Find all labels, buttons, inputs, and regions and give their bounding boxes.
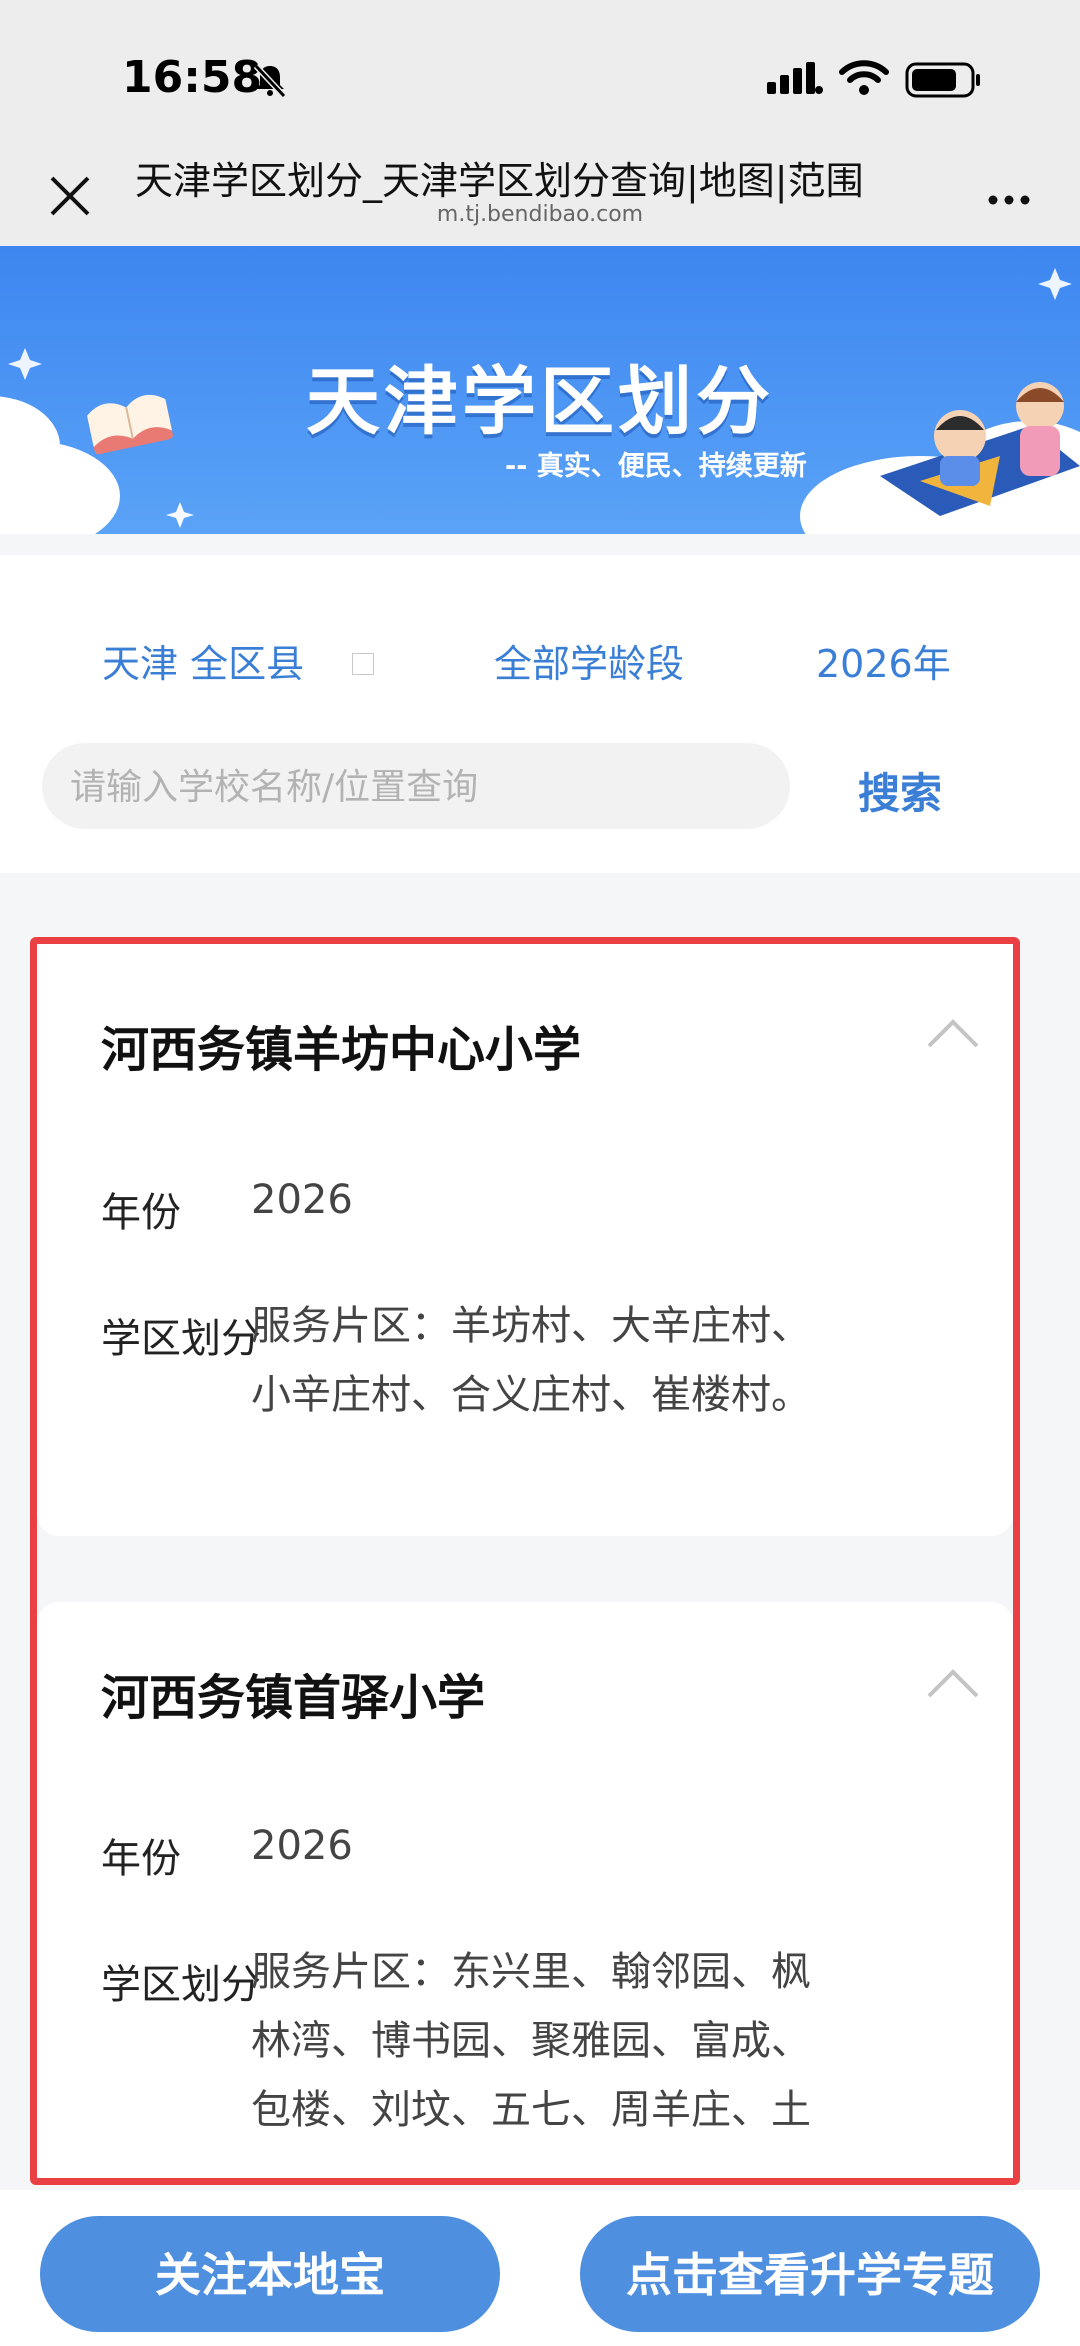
year-label: 年份 [101,1836,181,1882]
cellular-signal-icon [767,62,823,94]
year-value: 2026 [251,1823,353,1869]
more-options-icon[interactable] [985,170,1035,210]
school-name: 河西务镇首驿小学 [101,1670,486,1726]
school-name: 河西务镇羊坊中心小学 [101,1022,582,1078]
region-filter[interactable]: 天津 全区县 [102,633,304,688]
banner-title: 天津学区划分 [306,359,774,445]
banner-subtitle: -- 真实、便民、持续更新 [505,451,807,482]
follow-button[interactable]: 关注本地宝 [40,2216,500,2332]
district-value: 服务片区：羊坊村、大辛庄村、 小辛庄村、合义庄村、崔楼村。 [251,1292,901,1430]
chevron-up-icon[interactable] [925,1016,981,1050]
status-bar: 16:58 [0,0,1080,150]
school-card[interactable]: 河西务镇首驿小学 年份 2026 学区划分 服务片区：东兴里、翰邻园、枫 林湾、… [37,1602,1013,2178]
year-value: 2026 [251,1177,353,1223]
school-card[interactable]: 河西务镇羊坊中心小学 年份 2026 学区划分 服务片区：羊坊村、大辛庄村、 小… [37,944,1013,1536]
district-line: 小辛庄村、合义庄村、崔楼村。 [251,1372,811,1418]
district-line: 服务片区：羊坊村、大辛庄村、 [251,1303,811,1349]
page-title: 天津学区划分_天津学区划分查询|地图|范围 [135,159,864,203]
bottom-action-bar: 关注本地宝 点击查看升学专题 [0,2190,1080,2346]
stage-filter[interactable]: 全部学龄段 [494,633,684,688]
browser-navbar: 天津学区划分_天津学区划分查询|地图|范围 m.tj.bendibao.com [0,150,1080,246]
year-label: 年份 [101,1190,181,1236]
year-filter[interactable]: 2026年 [816,633,951,688]
chevron-up-icon[interactable] [925,1666,981,1700]
district-value: 服务片区：东兴里、翰邻园、枫 林湾、博书园、聚雅园、富成、 包楼、刘坟、五七、周… [251,1938,901,2145]
search-box [42,743,790,831]
district-label: 学区划分 [101,1316,261,1362]
view-topic-button[interactable]: 点击查看升学专题 [580,2216,1040,2332]
results-highlight-frame: 河西务镇羊坊中心小学 年份 2026 学区划分 服务片区：羊坊村、大辛庄村、 小… [30,937,1020,2185]
search-button[interactable]: 搜索 [858,760,942,821]
checkbox-placeholder-icon [352,653,374,675]
bell-muted-icon [253,63,287,99]
page-url: m.tj.bendibao.com [436,202,644,227]
district-line: 林湾、博书园、聚雅园、富成、 [251,2018,811,2064]
wifi-icon [839,60,889,95]
hero-banner: 天津学区划分 -- 真实、便民、持续更新 [0,246,1080,534]
district-line: 包楼、刘坟、五七、周羊庄、土 [251,2087,811,2133]
filter-panel: 天津 全区县 全部学龄段 2026年 搜索 [0,555,1080,873]
battery-icon [905,62,980,98]
district-label: 学区划分 [101,1962,261,2008]
search-input[interactable] [68,743,772,831]
status-time: 16:58 [122,52,263,103]
district-line: 服务片区：东兴里、翰邻园、枫 [251,1949,811,1995]
